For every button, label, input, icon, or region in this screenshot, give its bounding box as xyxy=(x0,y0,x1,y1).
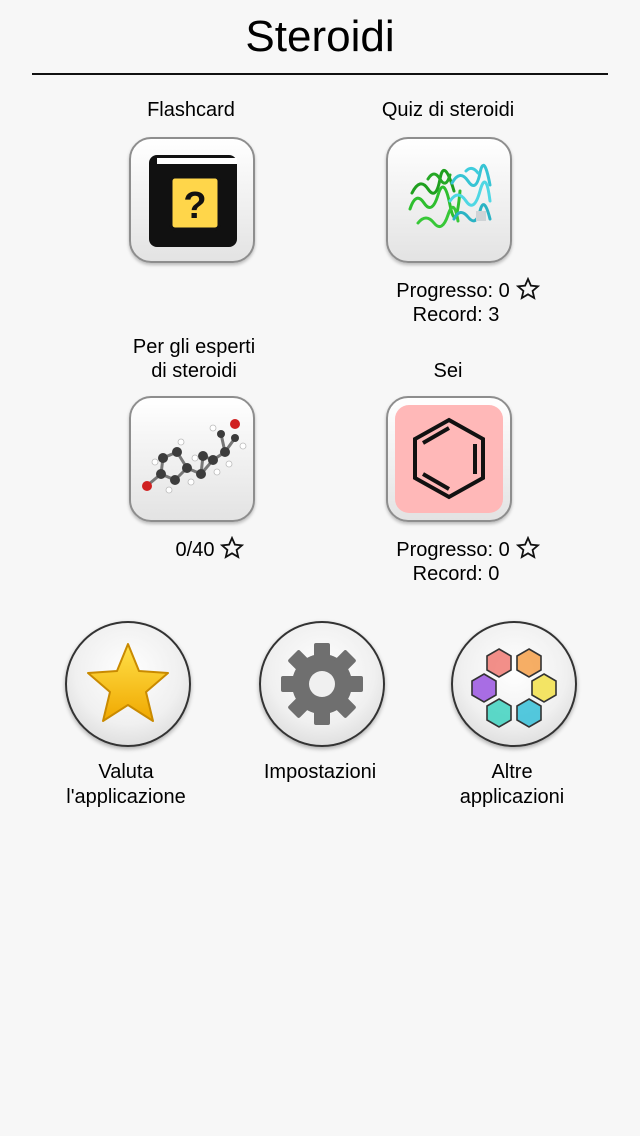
settings-label-line1: Impostazioni xyxy=(263,761,377,783)
star-outline-icon xyxy=(515,536,540,559)
sei-record: Record: 0 xyxy=(412,563,500,585)
more-apps-label: Altre applicazioni xyxy=(412,760,612,810)
star-icon xyxy=(87,643,169,722)
experts-section: Per gli esperti di steroidi xyxy=(64,335,324,383)
hexagon-cluster-icon xyxy=(471,648,557,728)
quiz-section: Quiz di steroidi xyxy=(318,98,578,122)
sei-section: Sei xyxy=(318,359,578,383)
quiz-button[interactable] xyxy=(386,137,512,263)
star-outline-icon xyxy=(515,277,540,300)
experts-label-line1: Per gli esperti xyxy=(132,336,256,358)
star-outline-icon xyxy=(220,536,245,559)
quiz-progress: Progresso: 0 xyxy=(396,280,510,302)
more-apps-button[interactable] xyxy=(451,621,577,747)
sei-button[interactable] xyxy=(386,396,512,522)
page-title: Steroidi xyxy=(245,12,395,61)
sei-progress: Progresso: 0 xyxy=(396,539,510,561)
rate-app-label: Valuta l'applicazione xyxy=(26,760,226,810)
quiz-stats: Progresso: 0 Record: 3 xyxy=(388,277,548,327)
sei-stats: Progresso: 0 Record: 0 xyxy=(388,536,548,586)
experts-score: 0/40 xyxy=(175,539,215,561)
settings-label: Impostazioni xyxy=(220,760,420,785)
experts-label-line2: di steroidi xyxy=(151,360,237,382)
quiz-record: Record: 3 xyxy=(412,304,500,326)
experts-stats: 0/40 xyxy=(170,536,250,562)
benzene-ring-icon xyxy=(395,405,503,513)
protein-structure-icon xyxy=(408,163,492,229)
flashcard-button[interactable]: ? xyxy=(129,137,255,263)
rate-app-label-line2: l'applicazione xyxy=(66,786,186,808)
sei-label: Sei xyxy=(433,360,463,382)
svg-text:?: ? xyxy=(183,185,206,227)
quiz-label: Quiz di steroidi xyxy=(381,99,515,121)
settings-button[interactable] xyxy=(259,621,385,747)
more-apps-label-line1: Altre xyxy=(491,761,533,783)
experts-button[interactable] xyxy=(129,396,255,522)
gear-icon xyxy=(281,643,363,725)
more-apps-label-line2: applicazioni xyxy=(459,786,565,808)
book-question-icon: ? xyxy=(149,155,237,247)
flashcard-label: Flashcard xyxy=(147,99,235,121)
steroid-molecule-icon xyxy=(142,419,247,494)
rate-app-label-line1: Valuta xyxy=(98,761,154,783)
rate-app-button[interactable] xyxy=(65,621,191,747)
flashcard-section: Flashcard xyxy=(61,98,321,122)
title-divider xyxy=(32,73,608,75)
